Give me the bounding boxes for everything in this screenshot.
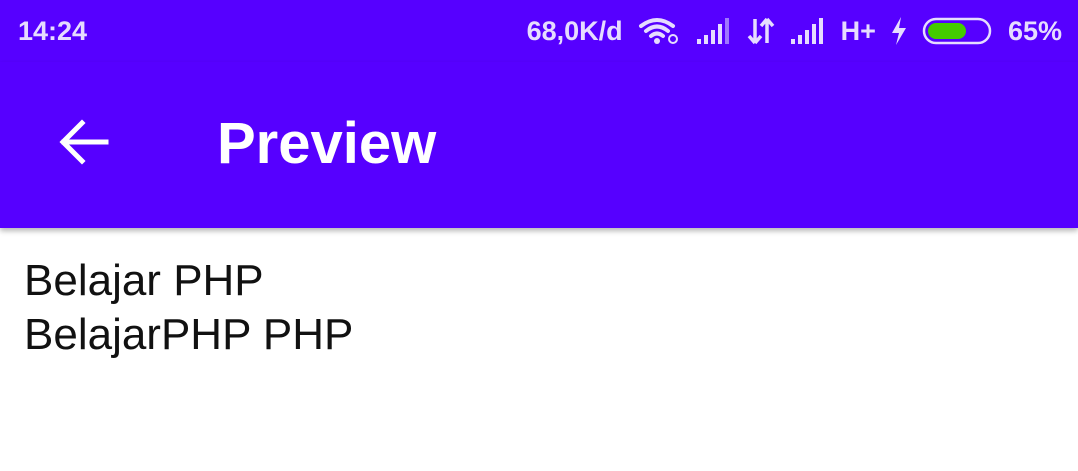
page-title: Preview: [217, 111, 437, 176]
battery-level-fill: [927, 23, 966, 39]
arrow-left-icon: [58, 118, 110, 166]
data-transfer-icon: [747, 16, 775, 46]
preview-line: BelajarPHP PHP: [24, 310, 354, 359]
network-speed: 68,0K/d: [526, 16, 623, 46]
preview-content: Belajar PHP BelajarPHP PHP: [24, 254, 353, 362]
network-type: H+: [840, 16, 876, 46]
battery-percent: 65%: [1007, 16, 1062, 46]
charging-icon: [890, 16, 908, 46]
signal-icon: [695, 17, 733, 45]
back-button[interactable]: [48, 106, 120, 178]
status-indicators: 68,0K/d H+ 65%: [527, 14, 1062, 48]
signal-icon: [789, 17, 827, 45]
app-bar: Preview: [0, 62, 1078, 228]
status-time: 14:24: [18, 16, 88, 46]
app-screen: 14:24 68,0K/d H+ 65% Preview Belajar PHP…: [0, 0, 1078, 471]
preview-line: Belajar PHP: [24, 256, 264, 305]
status-bar: 14:24 68,0K/d H+ 65%: [0, 0, 1078, 62]
wifi-icon: [637, 16, 681, 46]
battery-icon: [922, 16, 994, 46]
